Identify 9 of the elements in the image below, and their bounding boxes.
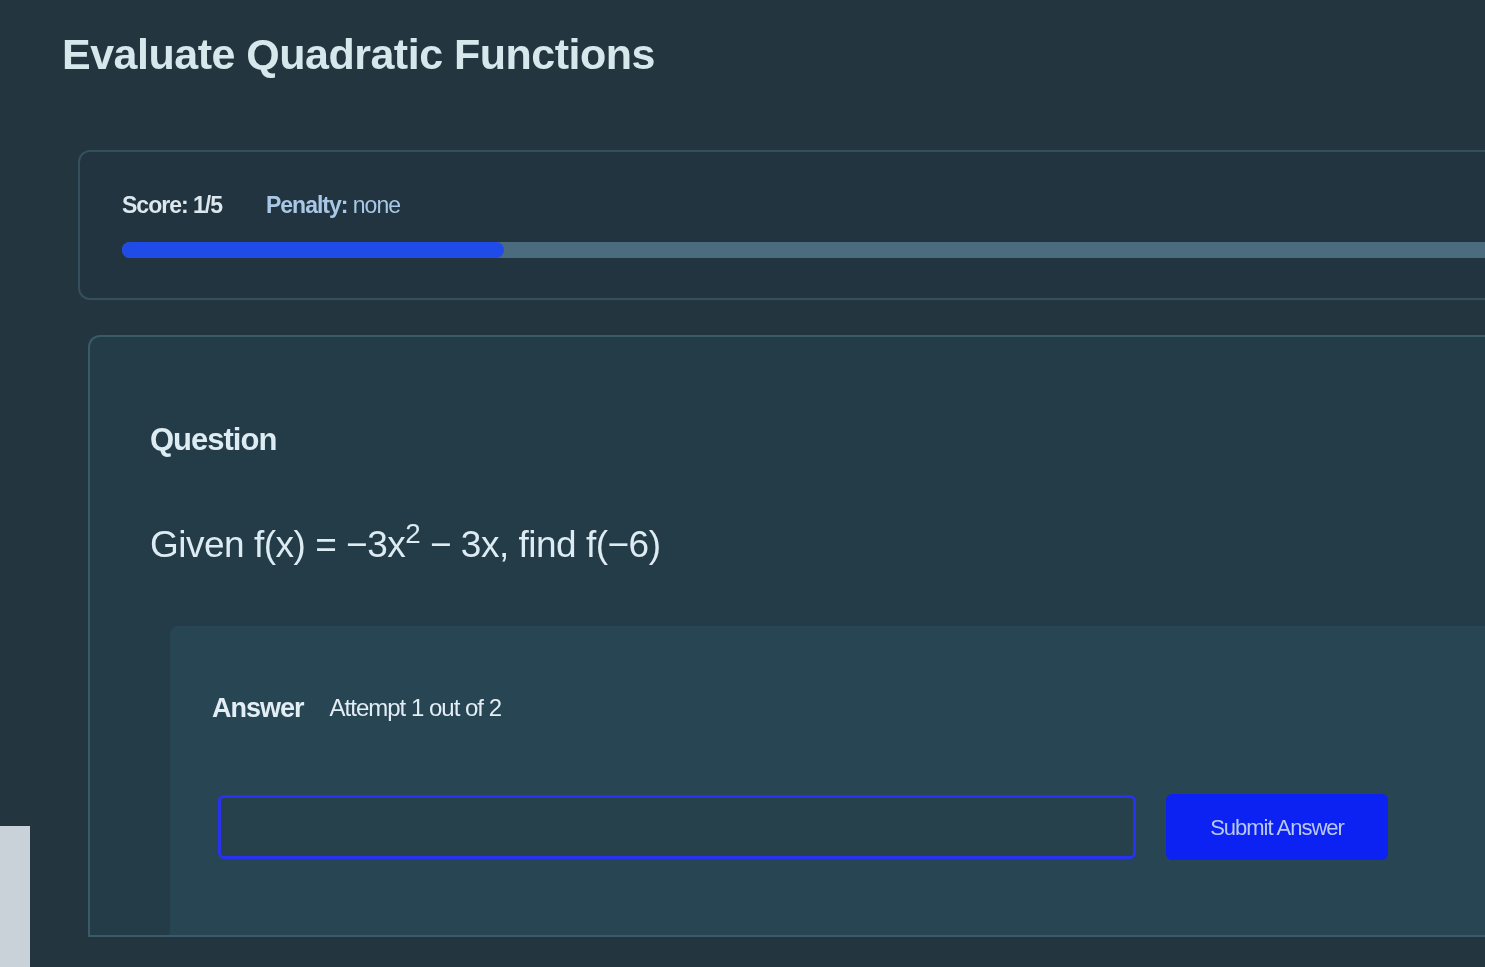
- score-text: Score: 1/5: [122, 190, 222, 220]
- question-text: Given f(x) = −3x$^{2}$ − 3x, find f(−6): [150, 519, 661, 567]
- penalty-text: Penalty: none: [265, 190, 400, 220]
- answer-input[interactable]: [218, 795, 1136, 859]
- submit-button[interactable]: Submit Answer: [1166, 794, 1388, 860]
- attempt-text: Attempt 1 out of 2: [329, 692, 501, 723]
- answer-heading: Answer: [212, 691, 304, 725]
- page-title: Evaluate Quadratic Functions: [62, 29, 655, 80]
- question-heading: Question: [150, 421, 277, 459]
